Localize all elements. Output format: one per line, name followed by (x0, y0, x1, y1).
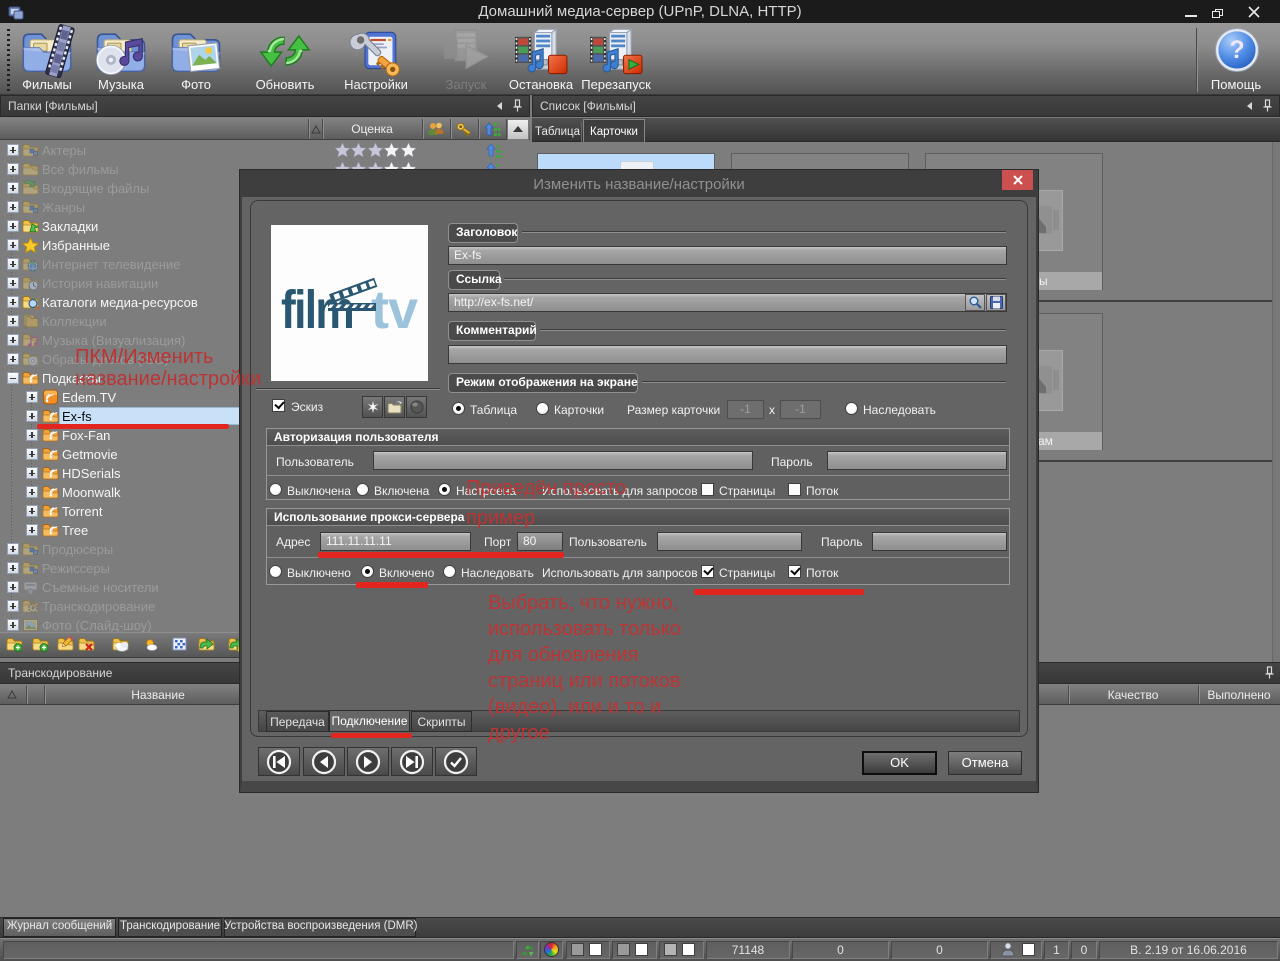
svg-text:?: ? (1229, 36, 1244, 64)
svg-text:tv: tv (371, 280, 418, 340)
